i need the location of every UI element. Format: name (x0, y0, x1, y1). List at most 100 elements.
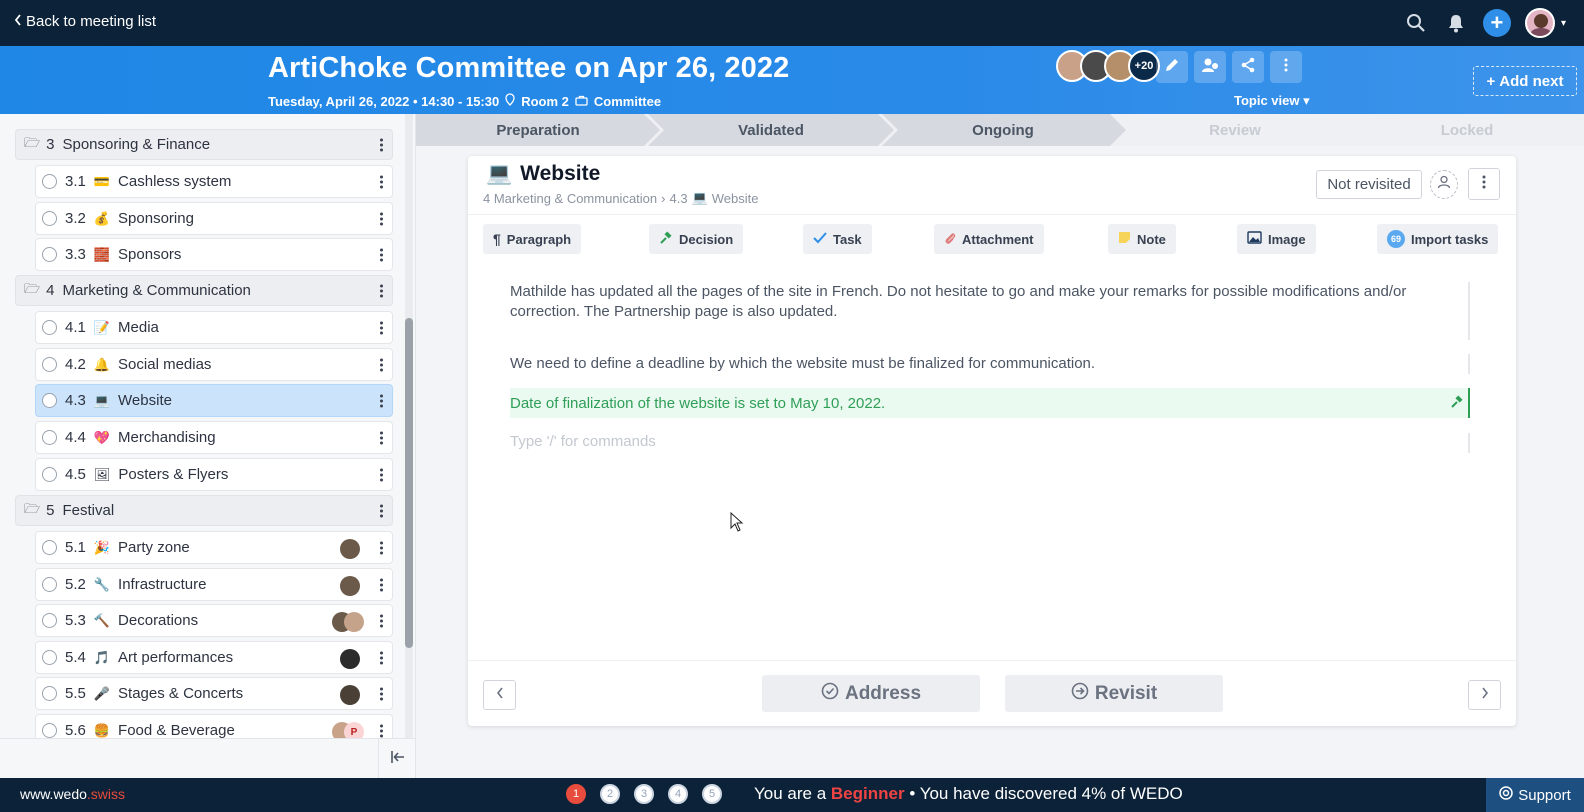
item-menu-icon[interactable] (376, 248, 386, 261)
assignee-avatar[interactable] (340, 685, 360, 705)
level-step[interactable]: 5 (702, 784, 722, 804)
edit-button[interactable] (1156, 51, 1188, 83)
decision-block[interactable]: Date of finalization of the website is s… (510, 388, 1470, 418)
step-locked[interactable]: Locked (1352, 114, 1582, 146)
sidebar-scrollbar-thumb[interactable] (405, 318, 413, 648)
list-item[interactable]: 5.3 🔨 Decorations (35, 604, 393, 637)
user-avatar[interactable] (1524, 8, 1555, 38)
section-menu-icon[interactable] (376, 284, 386, 297)
item-menu-icon[interactable] (376, 614, 386, 627)
assign-user-button[interactable] (1430, 170, 1458, 199)
back-to-meeting-list-link[interactable]: Back to meeting list (14, 13, 156, 30)
import-tasks-button[interactable]: 69 Import tasks (1377, 224, 1499, 254)
add-next-button[interactable]: + Add next (1473, 66, 1577, 96)
level-step[interactable]: 4 (668, 784, 688, 804)
step-ongoing[interactable]: Ongoing (888, 114, 1118, 146)
command-input[interactable]: Type '/' for commands (510, 433, 656, 450)
list-item[interactable]: 3.3 🧱 Sponsors (35, 238, 393, 271)
image-icon (1247, 231, 1262, 247)
collapse-sidebar-button[interactable] (378, 739, 415, 778)
status-radio[interactable] (42, 247, 57, 262)
assignee-avatar[interactable] (344, 612, 364, 632)
item-menu-icon[interactable] (376, 431, 386, 444)
list-item[interactable]: 4.1 📝 Media (35, 311, 393, 344)
list-item[interactable]: 4.4 💖 Merchandising (35, 421, 393, 454)
level-step[interactable]: 3 (634, 784, 654, 804)
task-button[interactable]: Task (803, 224, 872, 254)
step-validated[interactable]: Validated (656, 114, 886, 146)
assignee-avatar[interactable] (340, 649, 360, 669)
section-menu-icon[interactable] (376, 138, 386, 151)
attendees-button[interactable] (1194, 51, 1226, 83)
item-menu-icon[interactable] (376, 175, 386, 188)
list-item[interactable]: 5.5 🎤 Stages & Concerts (35, 677, 393, 710)
more-options-button[interactable] (1270, 51, 1302, 83)
item-menu-icon[interactable] (376, 687, 386, 700)
section-row[interactable]: 🗁 3 Sponsoring & Finance (15, 129, 393, 160)
item-menu-icon[interactable] (376, 212, 386, 225)
bell-icon[interactable] (1443, 10, 1469, 36)
status-radio[interactable] (42, 723, 57, 738)
item-menu-icon[interactable] (376, 321, 386, 334)
address-button[interactable]: Address (762, 675, 980, 712)
status-radio[interactable] (42, 393, 57, 408)
assignee-avatar[interactable] (340, 539, 360, 559)
add-plus-icon[interactable]: + (1482, 9, 1511, 37)
section-row[interactable]: 🗁 5 Festival (15, 495, 393, 526)
attachment-button[interactable]: Attachment (934, 224, 1044, 254)
previous-topic-button[interactable] (483, 680, 516, 710)
list-item[interactable]: 5.4 🎵 Art performances (35, 641, 393, 674)
list-item-selected[interactable]: 4.3 💻 Website (35, 384, 393, 417)
status-radio[interactable] (42, 320, 57, 335)
status-radio[interactable] (42, 430, 57, 445)
msg-suffix: • You have discovered 4% of WEDO (909, 784, 1183, 803)
paragraph-block[interactable]: We need to define a deadline by which th… (510, 354, 1470, 374)
status-radio[interactable] (42, 686, 57, 701)
level-step[interactable]: 2 (600, 784, 620, 804)
item-menu-icon[interactable] (376, 394, 386, 407)
section-row[interactable]: 🗁 4 Marketing & Communication (15, 275, 393, 306)
paragraph-block[interactable]: Mathilde has updated all the pages of th… (510, 282, 1470, 322)
step-review[interactable]: Review (1120, 114, 1350, 146)
participants-avatars[interactable]: +20 (1056, 50, 1160, 82)
brand-link[interactable]: www.wedo.swiss (20, 786, 125, 802)
support-button[interactable]: Support (1486, 778, 1584, 812)
search-icon[interactable] (1403, 10, 1429, 36)
assignee-avatar[interactable] (340, 576, 360, 596)
paragraph-button[interactable]: ¶ Paragraph (483, 224, 582, 254)
item-menu-icon[interactable] (376, 358, 386, 371)
topic-menu-button[interactable] (1468, 168, 1500, 200)
topic-view-dropdown[interactable]: Topic view ▾ (1234, 93, 1310, 109)
level-step[interactable]: 1 (566, 784, 586, 804)
list-item[interactable]: 4.5 🖼 Posters & Flyers (35, 458, 393, 491)
list-item[interactable]: 3.2 💰 Sponsoring (35, 202, 393, 235)
status-radio[interactable] (42, 540, 57, 555)
share-button[interactable] (1232, 51, 1264, 83)
item-menu-icon[interactable] (376, 724, 386, 737)
status-radio[interactable] (42, 211, 57, 226)
status-radio[interactable] (42, 650, 57, 665)
chevron-down-icon[interactable]: ▾ (1561, 18, 1566, 29)
item-menu-icon[interactable] (376, 541, 386, 554)
status-radio[interactable] (42, 577, 57, 592)
item-menu-icon[interactable] (376, 578, 386, 591)
list-item[interactable]: 3.1 💳 Cashless system (35, 165, 393, 198)
list-item[interactable]: 5.2 🔧 Infrastructure (35, 568, 393, 601)
revisit-status-badge[interactable]: Not revisited (1316, 170, 1422, 199)
status-radio[interactable] (42, 174, 57, 189)
image-button[interactable]: Image (1237, 224, 1316, 254)
list-item[interactable]: 4.2 🔔 Social medias (35, 348, 393, 381)
section-menu-icon[interactable] (376, 504, 386, 517)
list-item[interactable]: 5.1 🎉 Party zone (35, 531, 393, 564)
status-radio[interactable] (42, 357, 57, 372)
status-radio[interactable] (42, 613, 57, 628)
decision-button[interactable]: Decision (649, 224, 744, 254)
breadcrumb-parent[interactable]: 4 Marketing & Communication (483, 191, 657, 206)
revisit-button[interactable]: Revisit (1005, 675, 1223, 712)
step-preparation[interactable]: Preparation (416, 114, 660, 146)
item-menu-icon[interactable] (376, 651, 386, 664)
note-button[interactable]: Note (1108, 224, 1176, 254)
item-menu-icon[interactable] (376, 468, 386, 481)
next-topic-button[interactable] (1468, 680, 1501, 710)
status-radio[interactable] (42, 467, 57, 482)
